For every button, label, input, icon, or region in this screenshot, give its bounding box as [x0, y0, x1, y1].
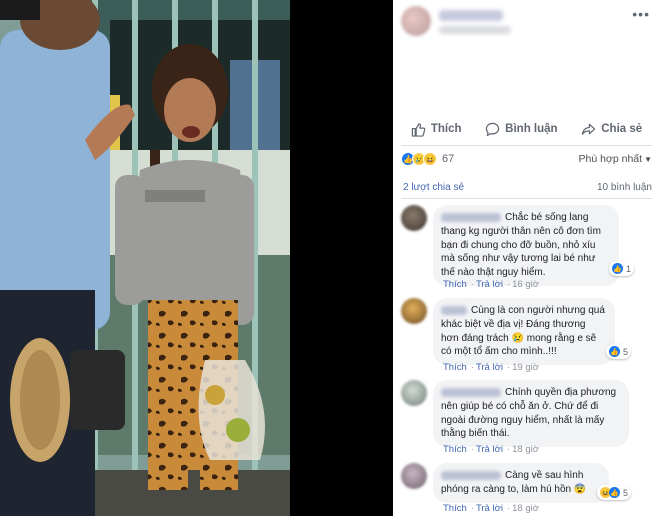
commenter-name-redacted[interactable]: [441, 213, 501, 223]
more-options-button[interactable]: •••: [632, 6, 650, 22]
commenter-name-redacted[interactable]: [441, 306, 467, 316]
haha-reaction-icon: 😆: [423, 152, 437, 166]
post-header: •••: [393, 0, 660, 100]
post-meta-redacted: [439, 26, 511, 34]
comment-time[interactable]: 18 giờ: [512, 503, 539, 514]
comment-reaction-count: 5: [623, 487, 629, 498]
comment-like-link[interactable]: Thích: [443, 279, 467, 290]
comment-time[interactable]: 18 giờ: [512, 444, 539, 455]
post-side-panel: ••• Thích Bình luận Chia sẻ 👍 😢 😆 67 Phù…: [393, 0, 660, 516]
separator-dot: ·: [506, 503, 511, 514]
comment-bubble: Chắc bé sống lang thang kg người thân nê…: [433, 205, 619, 286]
comment-reply-link[interactable]: Trả lời: [476, 279, 503, 290]
crying-emoji-icon: 😢: [511, 332, 524, 344]
separator-dot: ·: [470, 444, 474, 455]
comment-like-link[interactable]: Thích: [443, 444, 467, 455]
thumbs-up-icon: [411, 122, 426, 137]
photo-image: [0, 0, 290, 516]
separator-dot: ·: [470, 362, 474, 373]
share-arrow-icon: [582, 123, 596, 135]
post-actions: Thích Bình luận Chia sẻ: [393, 115, 660, 143]
reaction-summary[interactable]: 👍 😢 😆 67: [401, 150, 454, 168]
separator-dot: ·: [506, 444, 511, 455]
share-label: Chia sẻ: [601, 123, 643, 135]
sort-label: Phù hợp nhất: [578, 153, 643, 165]
commenter-avatar[interactable]: [401, 380, 427, 406]
comment-actions: Thích · Trả lời · 18 giờ: [443, 444, 539, 455]
comment-sort-dropdown[interactable]: Phù hợp nhất ▼: [579, 153, 652, 165]
share-button[interactable]: Chia sẻ: [581, 122, 642, 137]
commenter-avatar[interactable]: [401, 205, 427, 231]
speech-bubble-icon: [485, 122, 500, 136]
comment-actions: Thích · Trả lời · 18 giờ: [443, 503, 539, 514]
caret-down-icon: ▼: [644, 155, 652, 164]
comment-reply-link[interactable]: Trả lời: [476, 444, 503, 455]
post-photo[interactable]: [0, 0, 290, 516]
comment-like-link[interactable]: Thích: [443, 503, 467, 514]
comment-reactions[interactable]: 👍 5: [606, 344, 632, 359]
separator-dot: ·: [470, 503, 474, 514]
poster-name-redacted: [439, 10, 503, 21]
reaction-count: 67: [442, 153, 455, 165]
fearful-emoji-icon: 😨: [573, 484, 587, 496]
like-reaction-icon: 👍: [609, 346, 620, 357]
comment-reactions[interactable]: 😆 👍 5: [597, 485, 632, 500]
divider: [401, 145, 652, 146]
comment-reply-link[interactable]: Trả lời: [476, 503, 503, 514]
comment-bubble: Chính quyền địa phương nên giúp bé có ch…: [433, 380, 629, 447]
comment-reactions[interactable]: 👍 1: [609, 261, 635, 276]
comment-label: Bình luận: [505, 123, 558, 135]
ellipsis-icon: •••: [632, 6, 650, 22]
photo-viewer-backdrop: [290, 0, 393, 516]
comment-bubble: Cùng là con người nhưng quá khác biệt về…: [433, 298, 615, 365]
commenter-name-redacted[interactable]: [441, 388, 501, 398]
separator-dot: ·: [470, 279, 474, 290]
comment-reply-link[interactable]: Trả lời: [476, 362, 503, 373]
share-count-link[interactable]: 2 lượt chia sẻ: [403, 182, 464, 193]
commenter-name-redacted[interactable]: [441, 471, 501, 481]
comment-actions: Thích · Trả lời · 19 giờ: [443, 362, 539, 373]
divider: [401, 198, 652, 199]
comment-button[interactable]: Bình luận: [485, 122, 558, 137]
like-reaction-icon: 👍: [609, 487, 620, 498]
comment-count[interactable]: 10 bình luận: [597, 182, 652, 193]
poster-avatar[interactable]: [401, 6, 431, 36]
comment-reaction-count: 1: [626, 263, 632, 274]
separator-dot: ·: [506, 362, 511, 373]
commenter-avatar[interactable]: [401, 298, 427, 324]
comment-reaction-count: 5: [623, 346, 629, 357]
like-reaction-icon: 👍: [612, 263, 623, 274]
separator-dot: ·: [506, 279, 511, 290]
like-label: Thích: [430, 123, 462, 135]
comment-actions: Thích · Trả lời · 16 giờ: [443, 279, 539, 290]
comment-like-link[interactable]: Thích: [443, 362, 467, 373]
commenter-avatar[interactable]: [401, 463, 427, 489]
comment-time[interactable]: 16 giờ: [512, 279, 539, 290]
comment-bubble: Càng về sau hình phóng ra càng to, làm h…: [433, 463, 609, 503]
like-button[interactable]: Thích: [411, 122, 462, 137]
comment-time[interactable]: 19 giờ: [512, 362, 539, 373]
